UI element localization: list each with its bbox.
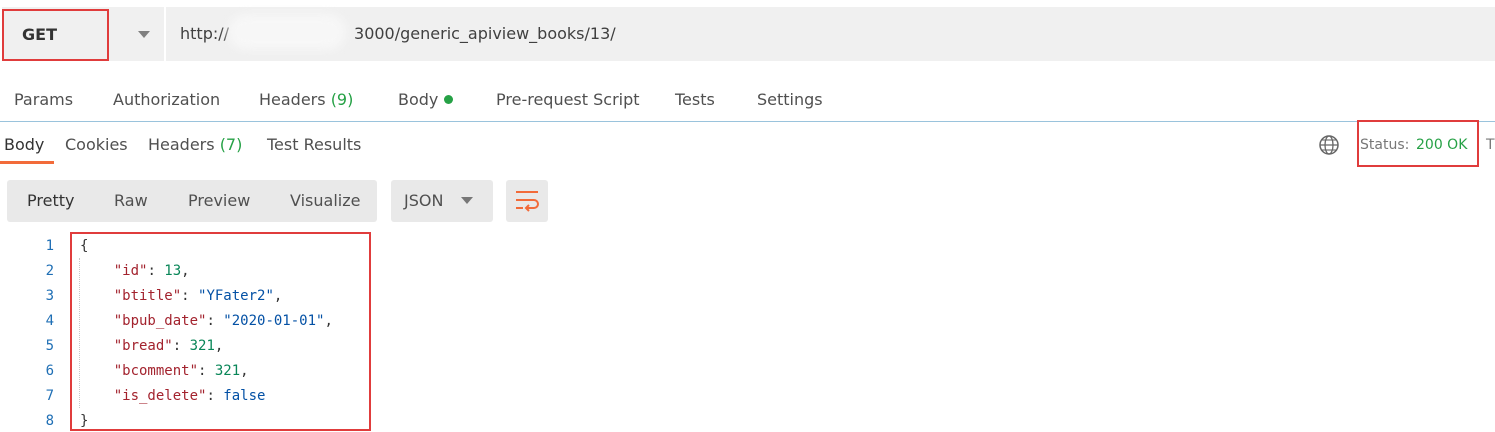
status-highlight-box [1357, 120, 1479, 167]
line-number: 7 [45, 388, 54, 404]
active-tab-underline [0, 161, 54, 164]
request-bar: GET http://3000/generic_apiview_books/13… [0, 0, 1495, 64]
line-number: 6 [45, 363, 54, 379]
method-highlight-box [2, 9, 109, 61]
response-tab-cookies[interactable]: Cookies [65, 135, 128, 154]
section-divider[interactable] [0, 121, 1495, 122]
tab-params[interactable]: Params [14, 90, 73, 109]
tab-label: Settings [757, 90, 823, 109]
globe-icon[interactable] [1318, 134, 1340, 160]
tab-label: Test Results [267, 135, 362, 154]
tab-label: Body [398, 90, 439, 109]
view-visualize-button[interactable]: Visualize [290, 191, 360, 210]
response-tab-body[interactable]: Body [4, 135, 44, 154]
chevron-down-icon[interactable] [138, 31, 150, 38]
wrap-lines-button[interactable] [506, 180, 548, 222]
view-raw-button[interactable]: Raw [114, 191, 148, 210]
headers-count: (7) [219, 135, 243, 154]
tab-pre-request-script[interactable]: Pre-request Script [496, 90, 640, 109]
chevron-down-icon[interactable] [461, 197, 473, 204]
tab-settings[interactable]: Settings [757, 90, 823, 109]
tab-tests[interactable]: Tests [675, 90, 715, 109]
tab-label: Headers [259, 90, 326, 109]
tab-label: Params [14, 90, 74, 109]
body-indicator-dot [444, 95, 454, 104]
line-number: 5 [45, 338, 54, 354]
tab-label: Cookies [65, 135, 128, 154]
json-body-highlight-box [70, 232, 371, 431]
url-prefix: http:// [180, 24, 230, 43]
redaction-blur [228, 14, 346, 50]
tab-label: Authorization [113, 90, 221, 109]
view-pretty-button[interactable]: Pretty [27, 191, 74, 210]
tab-label: Tests [675, 90, 715, 109]
tab-authorization[interactable]: Authorization [113, 90, 220, 109]
response-tab-headers[interactable]: Headers (7) [148, 135, 242, 154]
format-label: JSON [404, 191, 444, 210]
headers-count: (9) [330, 90, 354, 109]
line-number: 1 [45, 238, 54, 254]
view-preview-button[interactable]: Preview [188, 191, 250, 210]
tab-label: Pre-request Script [496, 90, 640, 109]
line-number: 2 [45, 263, 54, 279]
tab-label: Headers [148, 135, 215, 154]
truncated-label: T [1486, 137, 1495, 153]
tab-body[interactable]: Body [398, 90, 454, 109]
tab-label: Body [4, 135, 45, 154]
response-tab-test-results[interactable]: Test Results [267, 135, 361, 154]
line-number: 8 [45, 413, 54, 429]
wrap-lines-icon [516, 191, 539, 212]
line-number: 3 [45, 288, 54, 304]
line-number: 4 [45, 313, 54, 329]
tab-headers[interactable]: Headers (9) [259, 90, 353, 109]
url-suffix: 3000/generic_apiview_books/13/ [354, 24, 616, 43]
